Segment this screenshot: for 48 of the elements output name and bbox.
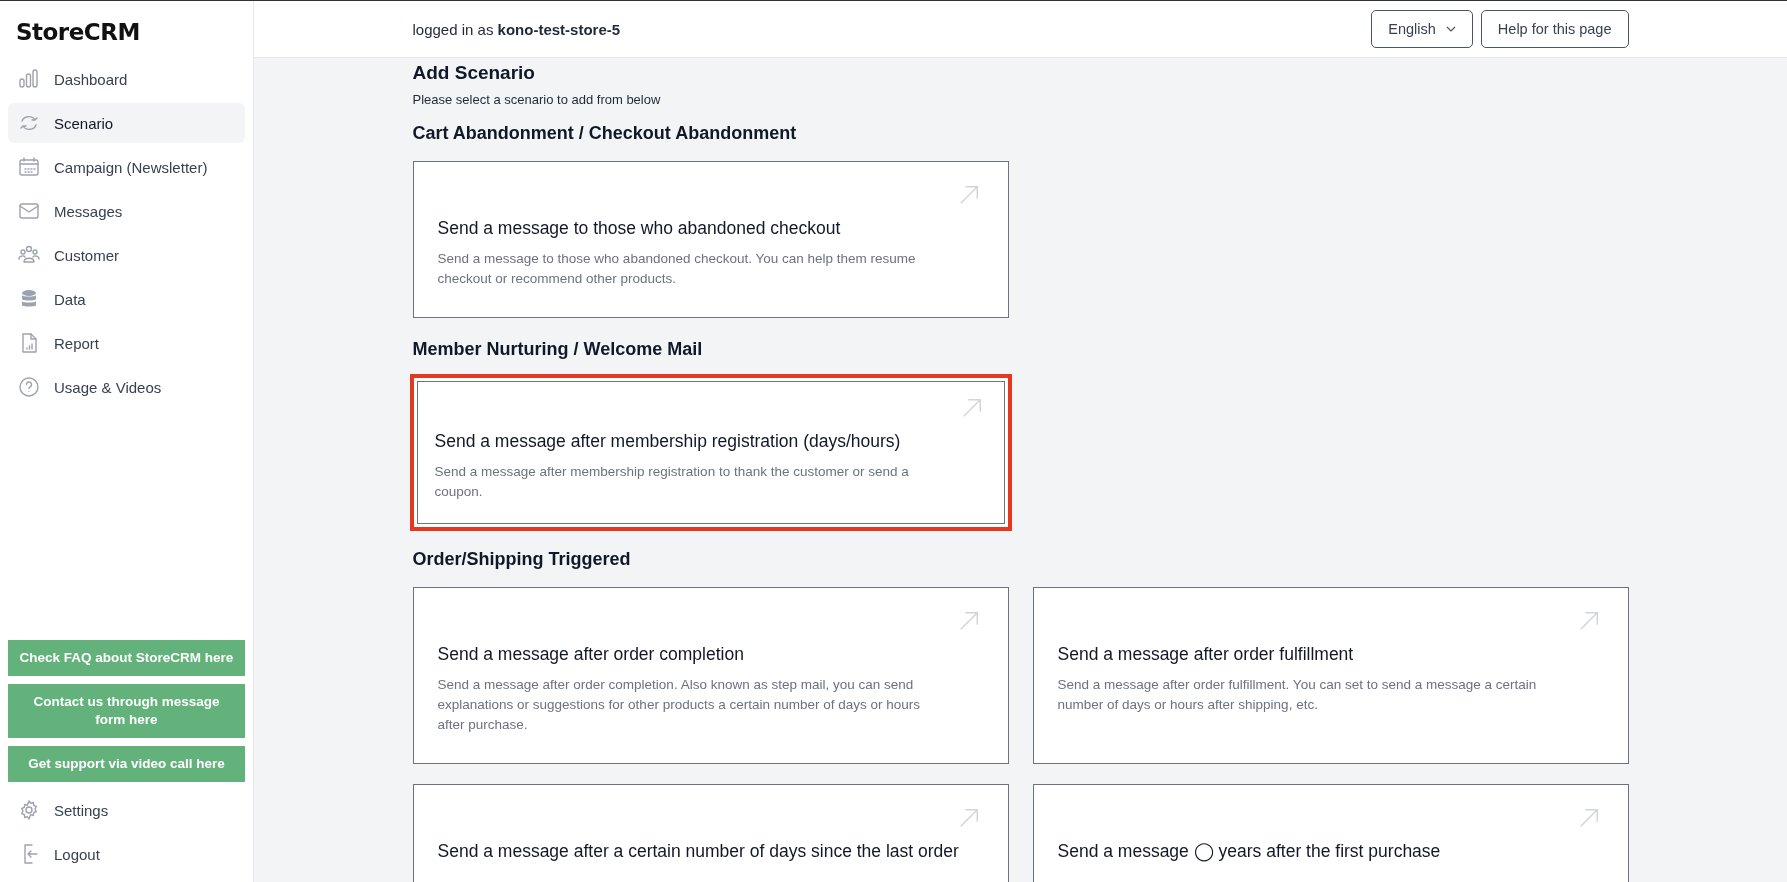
- nav-item[interactable]: Report: [8, 323, 245, 363]
- language-dropdown[interactable]: English: [1371, 10, 1473, 48]
- login-text: logged in as kono-test-store-5: [412, 20, 621, 38]
- card-description: Send a message after membership registration to thank the customer or send a coupon.: [434, 463, 910, 501]
- calendar-icon: [18, 156, 40, 178]
- help-button[interactable]: Help for this page: [1480, 10, 1629, 48]
- nav-item[interactable]: Messages: [8, 191, 245, 231]
- card-title: Send a message after membership registration (days/hours): [434, 431, 902, 452]
- nav-item[interactable]: Dashboard: [8, 59, 245, 99]
- chevron-down-icon: [1445, 26, 1456, 32]
- arrow-up-right-icon: [960, 397, 983, 419]
- card-description: Send a message after order completion. Also known as step mail, you can send explanations or suggestions for other products a certain number of days or hours after purchase.: [437, 676, 922, 734]
- section-heading: Member Nurturing / Welcome Mail: [412, 339, 704, 360]
- card-title: Send a message ◯ years after the first purchase: [1057, 841, 1442, 862]
- nav-item[interactable]: Logout: [8, 834, 245, 874]
- nav-item[interactable]: Customer: [8, 235, 245, 275]
- nav-item[interactable]: Data: [8, 279, 245, 319]
- arrow-up-right-icon: [1577, 610, 1600, 632]
- nav-item[interactable]: Usage & Videos: [8, 367, 245, 407]
- scenario-card[interactable]: Send a message after a certain number of days since the last order: [412, 784, 1009, 882]
- card-title: Send a message after order completion: [437, 644, 745, 665]
- page-subtitle: Please select a scenario to add from below: [412, 92, 662, 107]
- nav-item[interactable]: Settings: [8, 790, 245, 830]
- scenario-card[interactable]: Send a message to those who abandoned checkout Send a message to those who abandoned checkout. You can help them resume checkout or recommend other products.: [412, 161, 1009, 318]
- arrow-up-right-icon: [957, 184, 980, 206]
- section-heading: Cart Abandonment / Checkout Abandonment: [412, 123, 798, 144]
- settings-icon: [18, 799, 40, 821]
- card-description: Send a message to those who abandoned checkout. You can help them resume checkout or recommend other products.: [437, 250, 917, 288]
- page-title: Add Scenario: [412, 62, 536, 84]
- section-heading: Order/Shipping Triggered: [412, 549, 632, 570]
- arrow-up-right-icon: [957, 807, 980, 829]
- scenario-card[interactable]: [412, 587, 1009, 764]
- people-icon: [18, 244, 40, 266]
- nav-item[interactable]: Scenario: [8, 103, 245, 143]
- arrow-up-right-icon: [1577, 807, 1600, 829]
- bar-chart-icon: [18, 68, 40, 90]
- mail-icon: [18, 200, 40, 222]
- card-description: Send a message after order fulfillment. You can set to send a message a certain number of days or hours after shipping, etc.: [1057, 676, 1538, 714]
- scenario-card[interactable]: Send a message after order fulfillment Send a message after order fulfillment. You can set to send a message a certain number of days or hours after shipping, etc.: [1032, 587, 1629, 764]
- card-title: Send a message after order fulfillment: [1057, 644, 1355, 665]
- scenario-card[interactable]: Send a message after membership registration (days/hours) Send a message after membership registration to thank the customer or send a coupon.: [409, 374, 1012, 531]
- card-title: Send a message after a certain number of days since the last order: [437, 841, 960, 862]
- help-icon: [18, 376, 40, 398]
- logo: StoreCRM: [15, 18, 141, 47]
- arrow-up-right-icon: [957, 610, 980, 632]
- nav-item[interactable]: Campaign (Newsletter): [8, 147, 245, 187]
- scenario-card[interactable]: Send a message ◯ years after the first purchase: [1032, 784, 1629, 882]
- card-title: Send a message to those who abandoned checkout: [437, 218, 842, 239]
